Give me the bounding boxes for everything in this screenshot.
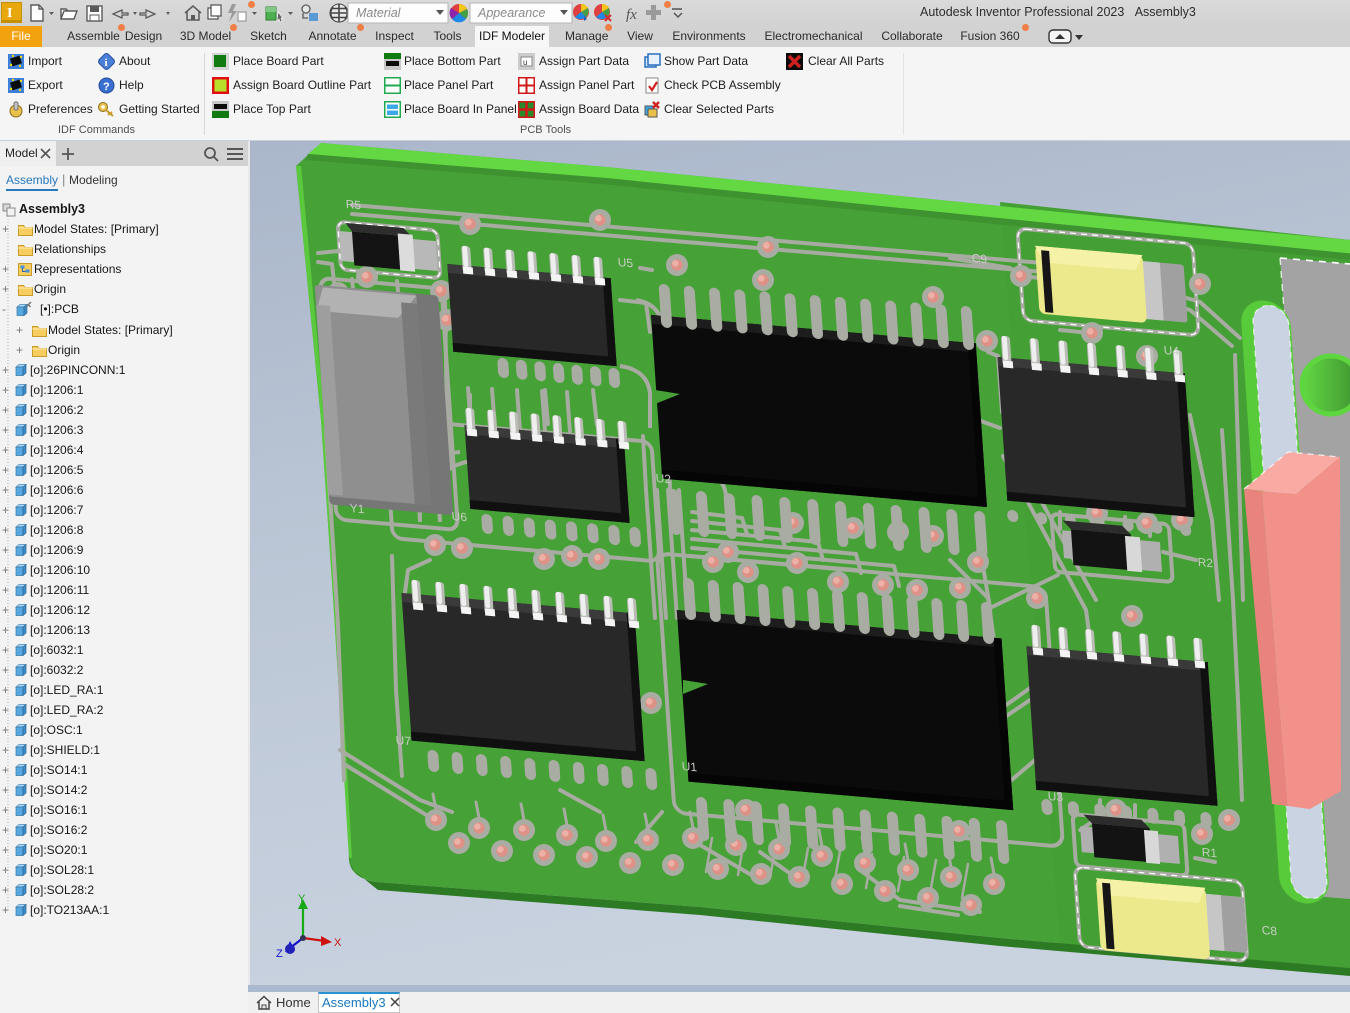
svg-text:U3: U3 — [1047, 789, 1064, 804]
svg-text:C9: C9 — [971, 251, 988, 266]
svg-text:Y: Y — [298, 893, 306, 905]
svg-text:R1: R1 — [1201, 845, 1218, 860]
svg-text:Appearance: Appearance — [477, 6, 545, 20]
svg-text:R5: R5 — [345, 197, 362, 212]
svg-text:X: X — [334, 937, 342, 949]
svg-text:Y1: Y1 — [349, 501, 365, 516]
svg-text:C8: C8 — [1261, 923, 1278, 938]
svg-text:R2: R2 — [1197, 555, 1214, 570]
svg-text:U2: U2 — [655, 471, 672, 486]
svg-text:i: i — [105, 57, 108, 69]
svg-text:Z: Z — [276, 948, 283, 960]
svg-text:fx: fx — [626, 7, 637, 23]
svg-text:?: ? — [103, 81, 110, 93]
svg-text:U4: U4 — [1163, 343, 1180, 358]
svg-text:u: u — [523, 58, 527, 67]
svg-text:Material: Material — [356, 6, 402, 20]
svg-text:U1: U1 — [681, 759, 698, 774]
svg-text:U5: U5 — [617, 255, 634, 270]
svg-text:U7: U7 — [395, 733, 412, 748]
svg-text:I: I — [7, 6, 12, 21]
svg-text:U6: U6 — [451, 509, 468, 524]
